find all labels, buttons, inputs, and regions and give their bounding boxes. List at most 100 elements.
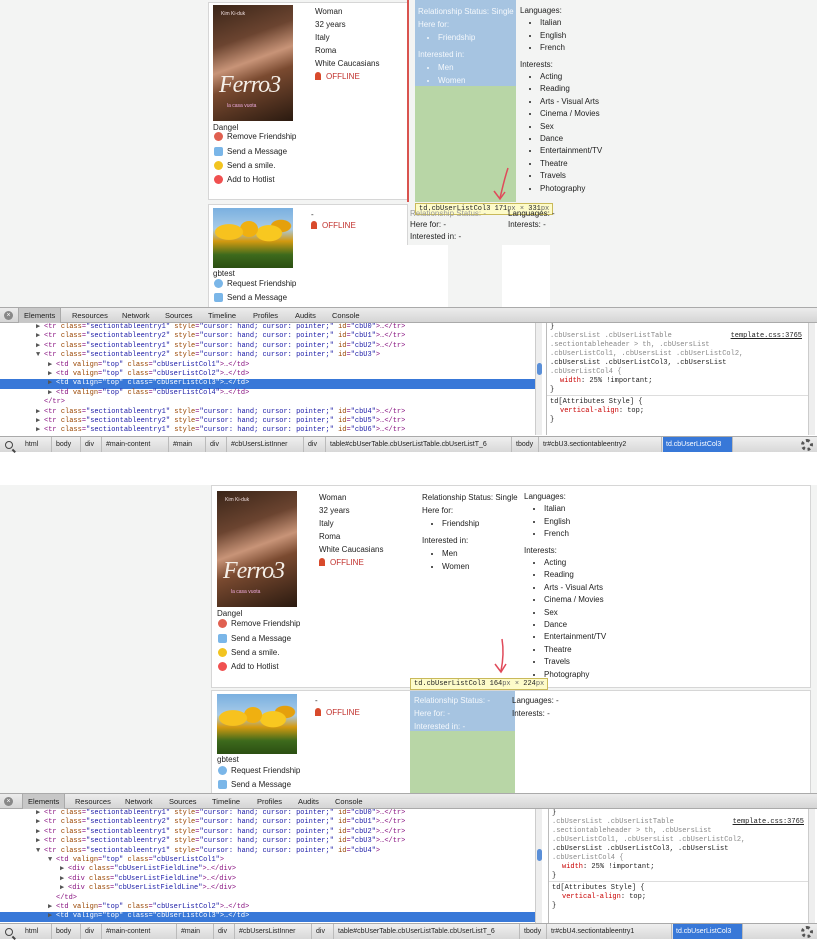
search-icon[interactable] — [5, 928, 13, 936]
send-smile-link[interactable]: Send a smile. — [214, 159, 275, 173]
tab-audits[interactable]: Audits — [290, 308, 321, 323]
dom-scrollbar[interactable] — [535, 809, 542, 923]
styles-scrollbar[interactable] — [808, 809, 815, 923]
dom-tree-node[interactable]: ▶ <tr class="sectiontableentry1" style="c… — [0, 828, 540, 837]
expand-triangle-icon[interactable]: ▶ — [36, 342, 44, 351]
breadcrumb-item[interactable]: div — [82, 924, 102, 939]
breadcrumb-item[interactable]: div — [82, 437, 102, 452]
close-devtools-icon[interactable]: × — [4, 797, 13, 806]
dom-tree-node[interactable]: ▶ <div class="cbUserListFieldLine">…</div… — [0, 884, 540, 893]
add-to-hotlist-link[interactable]: Add to Hotlist — [218, 660, 279, 674]
add-to-hotlist-link[interactable]: Add to Hotlist — [214, 173, 275, 187]
send-message-link[interactable]: Send a Message — [218, 778, 291, 792]
dom-tree[interactable]: ▶ <tr class="sectiontableentry1" style="c… — [0, 809, 540, 923]
dom-tree-node[interactable]: ▶ <td valign="top" class="cbUserListCol3"… — [0, 912, 540, 922]
expand-triangle-icon[interactable]: ▶ — [36, 818, 44, 827]
breadcrumb-item[interactable]: div — [313, 924, 334, 939]
send-message-link[interactable]: Send a Message — [214, 145, 287, 159]
request-friendship-link[interactable]: Request Friendship — [218, 764, 300, 778]
dom-tree-node[interactable]: ▶ <div class="cbUserListFieldLine">…</div… — [0, 875, 540, 884]
dom-tree-node[interactable]: ▶ <tr class="sectiontableentry2" style="c… — [0, 332, 540, 341]
breadcrumb-item[interactable]: table#cbUserTable.cbUserListTable.cbUser… — [327, 437, 512, 452]
send-message-link[interactable]: Send a Message — [218, 632, 291, 646]
dom-tree-node[interactable]: ▼ <td valign="top" class="cbUserListCol1"… — [0, 856, 540, 865]
dom-tree-node[interactable]: ▶ <tr class="sectiontableentry1" style="c… — [0, 408, 540, 417]
tab-resources[interactable]: Resources — [70, 794, 116, 809]
tab-network[interactable]: Network — [117, 308, 155, 323]
expand-triangle-icon[interactable]: ▶ — [36, 426, 44, 435]
breadcrumb-item[interactable]: div — [207, 437, 227, 452]
expand-triangle-icon[interactable]: ▶ — [48, 912, 56, 921]
dom-tree-node[interactable]: ▶ <td valign="top" class="cbUserListCol4"… — [0, 389, 540, 398]
user-photo-gbtest[interactable] — [213, 208, 293, 268]
expand-triangle-icon[interactable]: ▶ — [60, 865, 68, 874]
send-message-link[interactable]: Send a Message — [214, 291, 287, 305]
tab-network[interactable]: Network — [120, 794, 158, 809]
breadcrumb-item[interactable]: tr#cbU3.sectiontableentry2 — [540, 437, 662, 452]
breadcrumb-item[interactable]: #cbUsersListInner — [228, 437, 304, 452]
collapse-triangle-icon[interactable]: ▼ — [36, 351, 44, 360]
dom-tree-node[interactable]: ▶ <td valign="top" class="cbUserListCol3"… — [0, 379, 540, 389]
breadcrumb-item[interactable]: div — [305, 437, 326, 452]
tab-elements[interactable]: Elements — [22, 794, 66, 809]
expand-triangle-icon[interactable]: ▶ — [48, 379, 56, 388]
dom-tree[interactable]: ▶ <tr class="sectiontableentry1" style="c… — [0, 323, 540, 435]
expand-triangle-icon[interactable]: ▶ — [60, 884, 68, 893]
request-friendship-link[interactable]: Request Friendship — [214, 277, 296, 291]
css-declaration[interactable]: width: 25% !important; — [552, 863, 807, 872]
expand-triangle-icon[interactable]: ▶ — [36, 323, 44, 332]
breadcrumb-item[interactable]: div — [215, 924, 235, 939]
expand-triangle-icon[interactable]: ▶ — [48, 370, 56, 379]
scrollbar-thumb[interactable] — [537, 849, 542, 861]
expand-triangle-icon[interactable]: ▶ — [48, 361, 56, 370]
expand-triangle-icon[interactable]: ▶ — [60, 875, 68, 884]
expand-triangle-icon[interactable]: ▶ — [36, 417, 44, 426]
breadcrumb-item[interactable]: html — [22, 924, 52, 939]
breadcrumb-item[interactable]: tr#cbU4.sectiontableentry1 — [548, 924, 672, 939]
send-smile-link[interactable]: Send a smile. — [218, 646, 279, 660]
dom-tree-node[interactable]: ▶ <div class="cbUserListFieldLine">…</div… — [0, 865, 540, 874]
tab-timeline[interactable]: Timeline — [207, 794, 245, 809]
breadcrumb-item[interactable]: #main — [178, 924, 214, 939]
search-icon[interactable] — [5, 441, 13, 449]
dom-tree-node[interactable]: ▶ <tr class="sectiontableentry1" style="c… — [0, 809, 540, 818]
collapse-triangle-icon[interactable]: ▼ — [36, 847, 44, 856]
expand-triangle-icon[interactable]: ▶ — [48, 389, 56, 398]
dom-scrollbar[interactable] — [535, 323, 542, 435]
tab-profiles[interactable]: Profiles — [248, 308, 283, 323]
css-declaration[interactable]: vertical-align: top; — [552, 893, 807, 902]
user-photo-dangel[interactable]: Kim Ki-duk Ferro3 la casa vuota — [213, 5, 293, 121]
dom-tree-node[interactable]: ▶ <tr class="sectiontableentry1" style="c… — [0, 342, 540, 351]
close-devtools-icon[interactable]: × — [4, 311, 13, 320]
breadcrumb-item[interactable]: #main-content — [103, 924, 177, 939]
breadcrumb-item[interactable]: #main — [170, 437, 206, 452]
breadcrumb-item[interactable]: tbody — [521, 924, 547, 939]
breadcrumb-item[interactable]: #main-content — [103, 437, 169, 452]
dom-tree-node[interactable]: ▶ <tr class="sectiontableentry2" style="c… — [0, 417, 540, 426]
user-photo-gbtest[interactable] — [217, 694, 297, 754]
breadcrumb-item[interactable]: table#cbUserTable.cbUserListTable.cbUser… — [335, 924, 520, 939]
expand-triangle-icon[interactable]: ▶ — [36, 408, 44, 417]
styles-scrollbar[interactable] — [808, 323, 815, 435]
dom-tree-node[interactable]: ▶ <tr class="sectiontableentry2" style="c… — [0, 818, 540, 827]
tab-profiles[interactable]: Profiles — [252, 794, 287, 809]
breadcrumb-item[interactable]: html — [22, 437, 52, 452]
dom-tree-node[interactable]: ▼ <tr class="sectiontableentry2" style="c… — [0, 351, 540, 360]
source-link[interactable]: template.css:3765 — [733, 818, 804, 827]
gear-icon[interactable] — [801, 439, 813, 451]
tab-audits[interactable]: Audits — [293, 794, 324, 809]
dom-tree-node[interactable]: ▶ <td valign="top" class="cbUserListCol2"… — [0, 903, 540, 912]
dom-tree-node[interactable]: ▶ <tr class="sectiontableentry2" style="c… — [0, 837, 540, 846]
user-photo-dangel[interactable]: Kim Ki-duk Ferro3 la casa vuota — [217, 491, 297, 607]
breadcrumb-item[interactable]: #cbUsersListInner — [236, 924, 312, 939]
tab-console[interactable]: Console — [330, 794, 368, 809]
tab-elements[interactable]: Elements — [18, 308, 62, 323]
dom-tree-node[interactable]: </td> — [0, 894, 540, 903]
dom-tree-node[interactable]: ▶ <td valign="top" class="cbUserListCol1"… — [0, 361, 540, 370]
expand-triangle-icon[interactable]: ▶ — [36, 828, 44, 837]
css-declaration[interactable]: vertical-align: top; — [550, 407, 805, 416]
css-declaration[interactable]: width: 25% !important; — [550, 377, 805, 386]
dom-tree-node[interactable]: ▶ <tr class="sectiontableentry1" style="c… — [0, 323, 540, 332]
remove-friendship-link[interactable]: Remove Friendship — [214, 130, 296, 144]
dom-tree-node[interactable]: ▶ <tr class="sectiontableentry1" style="c… — [0, 426, 540, 435]
